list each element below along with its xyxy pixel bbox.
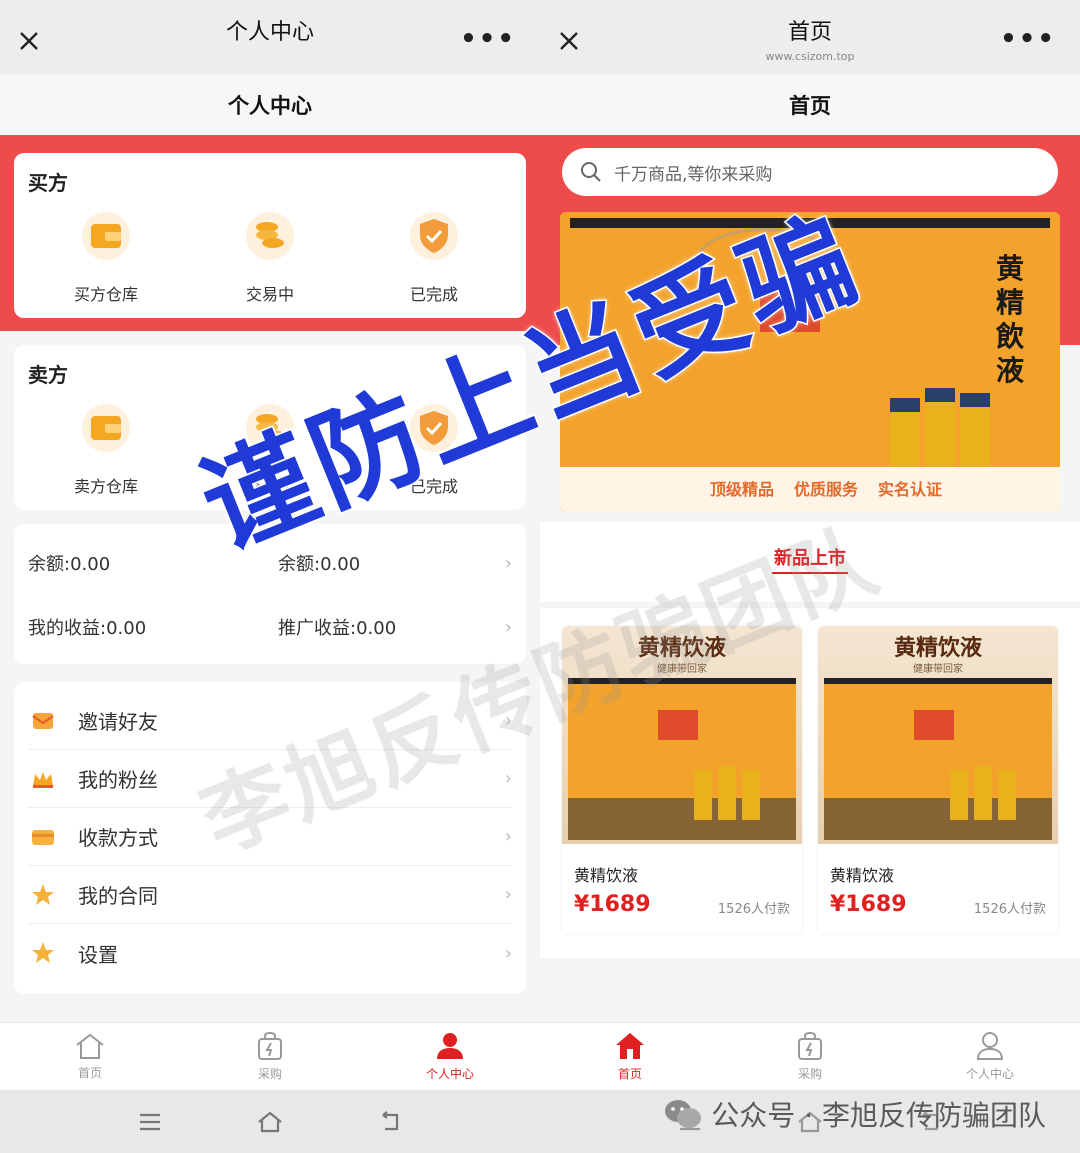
window-titlebar: 首页 www.csizom.top ••• xyxy=(540,0,1080,75)
buyer-card: 买方 买方仓库 交易中 已完成 xyxy=(14,153,526,318)
menu-label: 收款方式 xyxy=(78,826,158,850)
search-icon xyxy=(581,162,601,182)
buyer-trading-button[interactable]: 交易中 xyxy=(200,207,340,305)
credit-text: 公众号 · 李旭反传防骗团队 xyxy=(711,1099,1046,1132)
seller-warehouse-label: 卖方仓库 xyxy=(73,477,138,496)
bottom-tabbar: 首页 采购 个人中心 xyxy=(0,1022,540,1090)
tab-purchase[interactable]: 采购 xyxy=(720,1023,900,1090)
close-icon[interactable] xyxy=(558,30,580,52)
menu-label: 设置 xyxy=(78,942,118,967)
product-name: 黄精饮液 xyxy=(574,866,639,885)
menu-label: 我的合同 xyxy=(78,884,158,908)
product-photo xyxy=(824,678,1052,840)
tab-label: 个人中心 xyxy=(965,1067,1014,1081)
tab-home[interactable]: 首页 xyxy=(540,1023,720,1090)
window-title: 个人中心 xyxy=(225,19,314,45)
menu-label: 我的粉丝 xyxy=(78,768,158,792)
seller-title: 卖方 xyxy=(28,363,68,387)
earnings-label: 我的收益:0.00 xyxy=(28,618,147,639)
product-sold: 1526人付款 xyxy=(717,902,790,917)
home-nav-icon[interactable] xyxy=(250,1102,290,1142)
close-icon[interactable] xyxy=(18,30,40,52)
buyer-trading-label: 交易中 xyxy=(245,285,294,304)
more-icon[interactable]: ••• xyxy=(1000,26,1056,52)
product-image: 黄精饮液 健康带回家 xyxy=(818,626,1058,844)
menu-label: 邀请好友 xyxy=(78,710,158,734)
page-title: 个人中心 xyxy=(0,75,540,135)
product-name: 黄精饮液 xyxy=(830,866,895,885)
wallet-icon xyxy=(77,207,135,265)
buyer-completed-label: 已完成 xyxy=(409,285,458,304)
screenshot-root: 个人中心 ••• 个人中心 买方 买方仓库 交易中 已完成 卖方 卖方仓库 交易… xyxy=(0,0,1080,1153)
page-title: 首页 xyxy=(540,75,1080,135)
product-header: 黄精饮液 xyxy=(893,635,982,661)
chevron-right-icon: › xyxy=(504,884,512,905)
card-icon xyxy=(28,822,58,852)
bag-icon xyxy=(798,1031,822,1060)
tab-purchase[interactable]: 采购 xyxy=(180,1023,360,1090)
wallet-icon xyxy=(77,399,135,457)
bottom-tabbar: 首页 采购 个人中心 xyxy=(540,1022,1080,1090)
banner-badges: 顶级精品 优质服务 实名认证 xyxy=(710,476,942,500)
tab-label: 采购 xyxy=(257,1067,282,1081)
tab-label: 首页 xyxy=(617,1067,642,1081)
product-price: ¥1689 xyxy=(830,892,907,917)
product-sold: 1526人付款 xyxy=(973,902,1046,917)
banner-vertical-title: 黄精飲液 xyxy=(996,252,1025,387)
tab-profile[interactable]: 个人中心 xyxy=(360,1023,540,1090)
chevron-right-icon: › xyxy=(504,552,512,574)
tab-label: 个人中心 xyxy=(425,1067,474,1081)
chevron-right-icon: › xyxy=(504,768,512,789)
promo-earnings-label: 推广收益:0.00 xyxy=(278,618,397,639)
menu-item-contract[interactable]: 我的合同 › xyxy=(28,866,512,924)
person-icon xyxy=(976,1032,1004,1060)
buyer-completed-button[interactable]: 已完成 xyxy=(364,207,504,305)
bag-icon xyxy=(258,1031,282,1060)
star-icon xyxy=(28,880,58,910)
coins-icon xyxy=(241,207,299,265)
buyer-warehouse-label: 买方仓库 xyxy=(73,285,138,304)
back-icon[interactable] xyxy=(370,1102,410,1142)
tab-label: 首页 xyxy=(77,1066,102,1080)
earnings-row[interactable]: 我的收益:0.00 推广收益:0.00 › xyxy=(28,614,512,640)
more-icon[interactable]: ••• xyxy=(460,26,516,52)
shield-check-icon xyxy=(405,207,463,265)
balance-label: 余额:0.00 xyxy=(28,554,111,575)
envelope-icon xyxy=(28,706,58,736)
home-icon xyxy=(76,1033,104,1059)
window-title: 首页 xyxy=(787,19,832,45)
badge-label: 实名认证 xyxy=(878,480,943,499)
tab-home[interactable]: 首页 xyxy=(0,1023,180,1090)
badge-label: 顶级精品 xyxy=(710,480,775,499)
person-icon xyxy=(437,1033,463,1059)
product-price: ¥1689 xyxy=(574,892,651,917)
buyer-warehouse-button[interactable]: 买方仓库 xyxy=(36,207,176,305)
crown-icon xyxy=(28,764,58,794)
chevron-right-icon: › xyxy=(504,826,512,847)
menu-icon[interactable] xyxy=(130,1102,170,1142)
star-icon xyxy=(28,938,58,968)
buyer-title: 买方 xyxy=(28,171,68,195)
product-tagline: 健康带回家 xyxy=(913,664,963,675)
seller-warehouse-button[interactable]: 卖方仓库 xyxy=(36,399,176,497)
window-subtitle: www.csizom.top xyxy=(765,50,855,63)
home-icon xyxy=(616,1033,644,1059)
product-card[interactable]: 黄精饮液 健康带回家 黄精饮液 ¥1689 1526人付款 xyxy=(818,626,1058,934)
menu-item-settings[interactable]: 设置 › xyxy=(28,924,512,982)
tab-profile[interactable]: 个人中心 xyxy=(900,1023,1080,1090)
wechat-icon xyxy=(665,1100,702,1128)
tab-label: 采购 xyxy=(797,1067,822,1081)
chevron-right-icon: › xyxy=(504,942,512,964)
credit-caption: 公众号 · 李旭反传防骗团队 xyxy=(663,1094,1046,1134)
window-titlebar: 个人中心 ••• xyxy=(0,0,540,75)
search-input[interactable]: 千万商品,等你来采购 xyxy=(614,160,772,185)
